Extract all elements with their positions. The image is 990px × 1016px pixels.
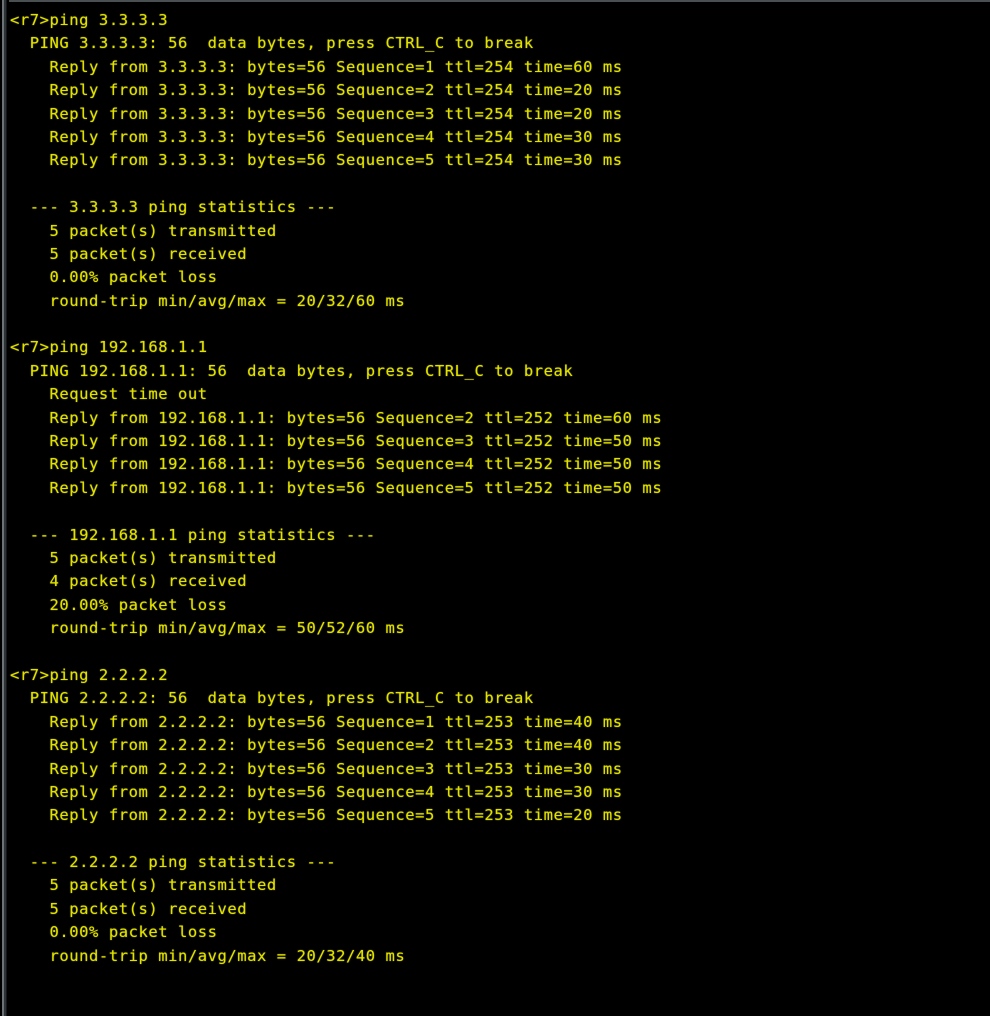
ping-reply-line: Reply from 2.2.2.2: bytes=56 Sequence=2 … [10,736,623,755]
ping-reply-line: Reply from 2.2.2.2: bytes=56 Sequence=3 … [10,759,623,778]
ping-reply-line: Reply from 192.168.1.1: bytes=56 Sequenc… [10,408,663,427]
packets-received-line: 5 packet(s) received [10,899,248,918]
ping-header-line: PING 192.168.1.1: 56 data bytes, press C… [10,361,574,380]
ping-statistics-header-line: --- 3.3.3.3 ping statistics --- [10,198,337,217]
round-trip-line: round-trip min/avg/max = 20/32/40 ms [10,946,406,965]
packet-loss-line: 0.00% packet loss [10,923,218,942]
terminal-window[interactable]: <r7>ping 3.3.3.3 PING 3.3.3.3: 56 data b… [0,0,990,1016]
ping-header-line: PING 2.2.2.2: 56 data bytes, press CTRL_… [10,689,534,708]
round-trip-line: round-trip min/avg/max = 20/32/60 ms [10,291,406,310]
packet-loss-line: 0.00% packet loss [10,268,218,287]
packet-loss-line: 20.00% packet loss [10,595,228,614]
ping-reply-line: Reply from 2.2.2.2: bytes=56 Sequence=4 … [10,782,623,801]
ping-reply-line: Reply from 3.3.3.3: bytes=56 Sequence=3 … [10,104,623,123]
ping-reply-line: Reply from 3.3.3.3: bytes=56 Sequence=1 … [10,57,623,76]
packets-received-line: 4 packet(s) received [10,572,248,591]
ping-reply-line: Reply from 192.168.1.1: bytes=56 Sequenc… [10,478,663,497]
packets-received-line: 5 packet(s) received [10,244,248,263]
ping-reply-line: Reply from 3.3.3.3: bytes=56 Sequence=4 … [10,127,623,146]
scrollbar-trough-edge [6,0,7,1016]
packets-transmitted-line: 5 packet(s) transmitted [10,548,277,567]
command-prompt-line: <r7>ping 3.3.3.3 [10,11,169,29]
console-output[interactable]: <r7>ping 3.3.3.3 PING 3.3.3.3: 56 data b… [9,2,990,1016]
vertical-scrollbar[interactable] [0,0,9,1016]
packets-transmitted-line: 5 packet(s) transmitted [10,876,277,895]
packets-transmitted-line: 5 packet(s) transmitted [10,221,277,240]
ping-reply-line: Reply from 2.2.2.2: bytes=56 Sequence=5 … [10,806,623,825]
ping-reply-line: Reply from 2.2.2.2: bytes=56 Sequence=1 … [10,712,623,731]
ping-header-line: PING 3.3.3.3: 56 data bytes, press CTRL_… [10,34,534,53]
ping-reply-line: Reply from 3.3.3.3: bytes=56 Sequence=5 … [10,151,623,170]
round-trip-line: round-trip min/avg/max = 50/52/60 ms [10,619,406,638]
ping-statistics-header-line: --- 192.168.1.1 ping statistics --- [10,525,376,544]
ping-reply-line: Reply from 3.3.3.3: bytes=56 Sequence=2 … [10,81,623,100]
ping-reply-line: Reply from 192.168.1.1: bytes=56 Sequenc… [10,432,663,451]
ping-statistics-header-line: --- 2.2.2.2 ping statistics --- [10,853,337,872]
ping-timeout-line: Request time out [10,385,208,404]
command-prompt-line: <r7>ping 192.168.1.1 [10,338,208,357]
command-prompt-line: <r7>ping 2.2.2.2 [10,665,169,684]
ping-reply-line: Reply from 192.168.1.1: bytes=56 Sequenc… [10,455,663,474]
